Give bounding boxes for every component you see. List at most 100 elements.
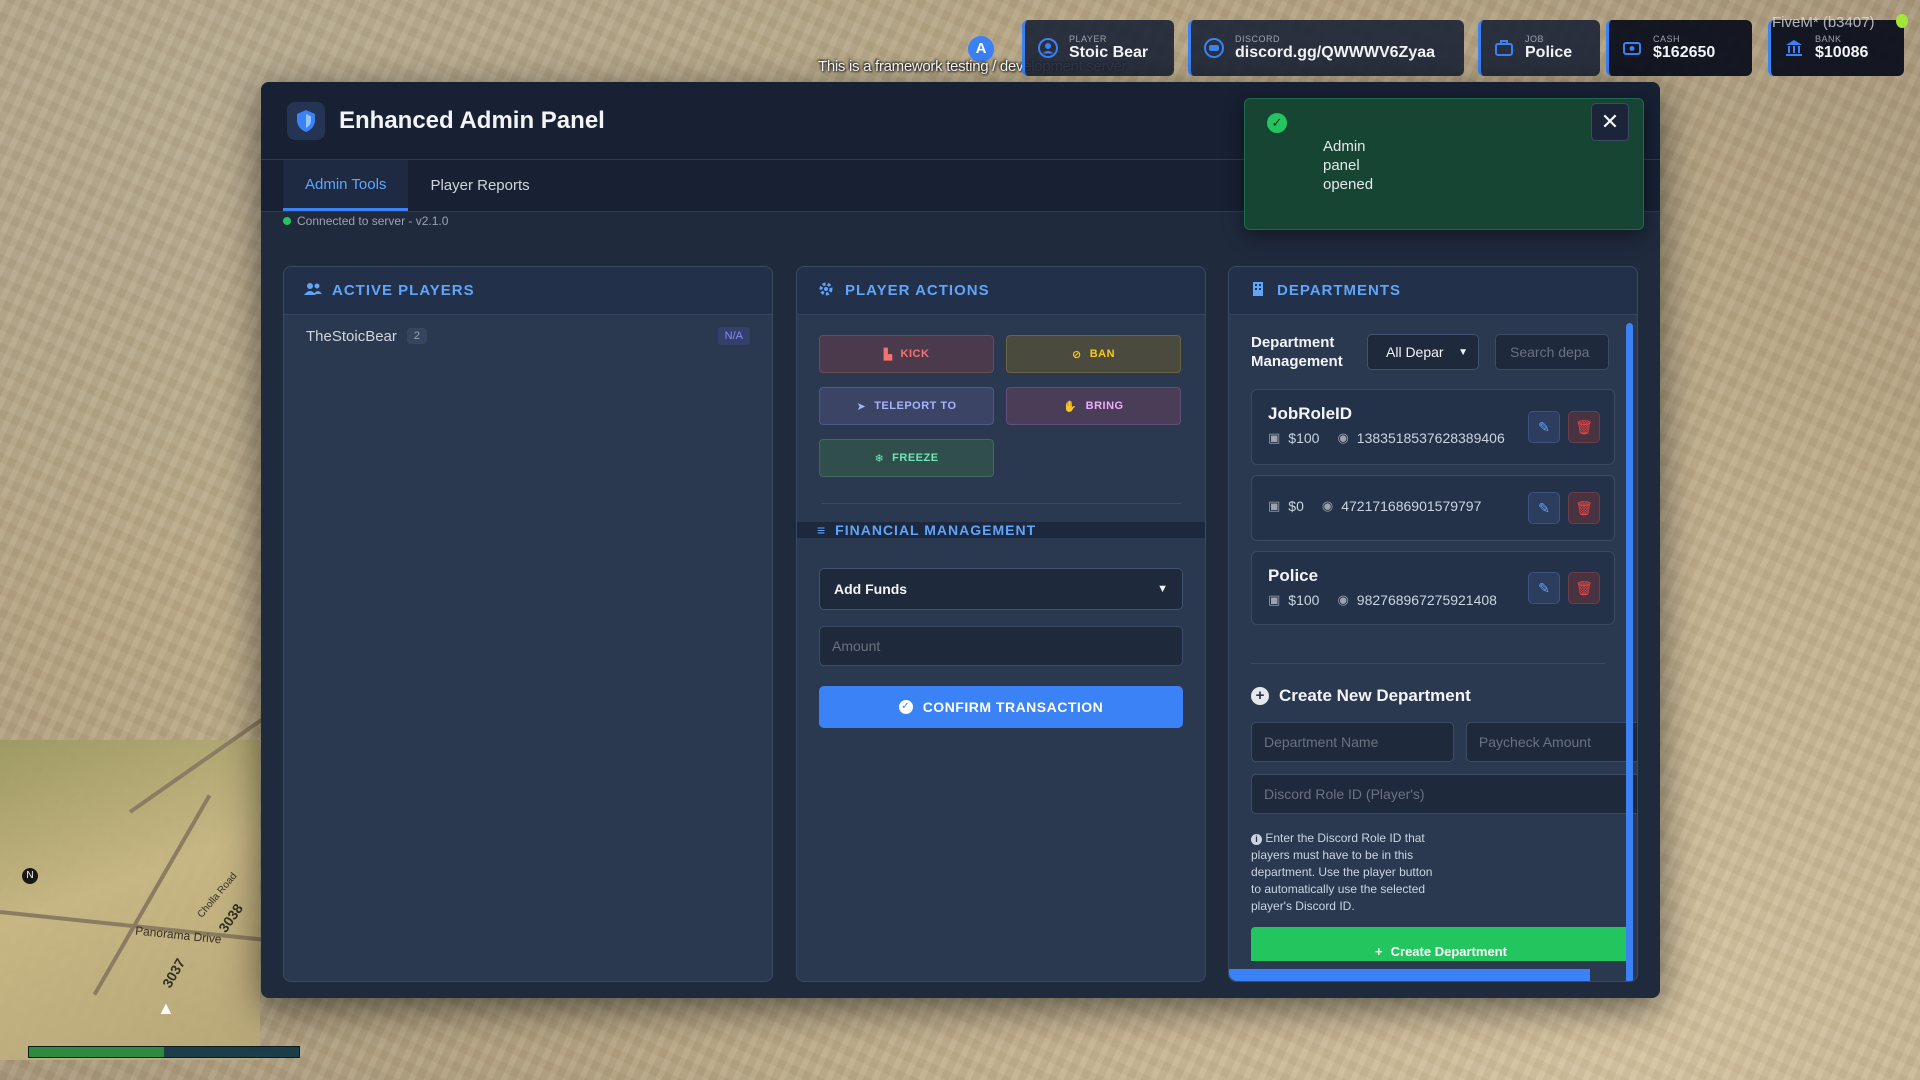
section-divider [1251,663,1605,664]
briefcase-icon [1493,37,1515,59]
active-players-title: ACTIVE PLAYERS [332,282,475,299]
discord-icon: ◉ [1337,430,1349,445]
department-item: JobRoleID ▣ $100 ◉ 1383518537628389406 ✎… [1251,389,1615,465]
player-id-badge: 2 [406,328,428,344]
bank-icon [1783,37,1805,59]
kick-button[interactable]: ▙ KICK [819,335,994,373]
delete-department-button[interactable]: 🗑 [1568,492,1600,524]
department-search-input[interactable]: Search depa [1495,334,1609,370]
panel-title: Enhanced Admin Panel [339,106,605,134]
gear-icon [817,281,835,301]
hud-bank-label: BANK [1815,34,1842,44]
edit-icon: ✎ [1538,499,1550,516]
building-icon [1249,281,1267,301]
minimap: Panorama Drive Cholla Road 3038 3037 N ▲ [0,689,304,1060]
department-filter-select[interactable]: All Depar ▼ [1367,334,1479,370]
north-indicator: N [22,868,38,884]
hud-discord-value: discord.gg/QWWWV6Zyaa [1235,44,1436,61]
plus-icon: + [1375,944,1383,959]
department-paycheck: $100 [1288,430,1320,446]
money-stack-icon: ≡ [817,522,826,538]
hud-job: JOB Police [1478,20,1600,76]
connection-status-text: Connected to server - v2.1.0 [297,214,449,228]
departments-card: DEPARTMENTS Department Management All De… [1228,266,1638,982]
teleport-button[interactable]: ➤ TELEPORT TO [819,387,994,425]
toast-notification: ✓ Admin panel opened ✕ [1244,98,1644,230]
bring-button[interactable]: ✋ BRING [1006,387,1181,425]
ban-button[interactable]: ⊘ BAN [1006,335,1181,373]
edit-icon: ✎ [1538,418,1550,435]
teleport-label: TELEPORT TO [874,400,957,412]
health-bar [28,1046,300,1058]
status-indicator-icon [1896,14,1908,28]
confirm-transaction-button[interactable]: ✓ CONFIRM TRANSACTION [819,686,1183,728]
hud-job-label: JOB [1525,34,1545,44]
department-management-label: Department Management [1251,334,1343,370]
hud-player-value: Stoic Bear [1069,44,1149,61]
health-bar-fill [29,1047,164,1057]
info-icon: i [1251,834,1262,845]
shield-icon [287,101,325,140]
paycheck-amount-input[interactable]: Paycheck Amount [1465,722,1637,762]
connection-status: Connected to server - v2.1.0 [283,214,448,228]
hud-cash-value: $162650 [1653,44,1716,61]
hud-job-value: Police [1525,44,1573,61]
hud-discord-label: DISCORD [1235,34,1281,44]
delete-department-button[interactable]: 🗑 [1568,411,1600,443]
department-management-row: Department Management All Depar ▼ Search… [1229,315,1637,371]
hud-player-label: PLAYER [1069,34,1107,44]
close-icon: ✕ [1600,109,1620,134]
snowflake-icon: ❄ [874,452,885,465]
role-id-help-message: Enter the Discord Role ID that players m… [1251,831,1433,913]
player-actions-header: PLAYER ACTIONS [797,267,1205,315]
ban-icon: ⊘ [1071,348,1082,361]
users-icon [304,282,322,300]
department-paycheck: $0 [1288,498,1304,514]
financial-management-title: FINANCIAL MANAGEMENT [835,522,1037,538]
hud-bank-value: $10086 [1815,44,1869,61]
tab-player-reports[interactable]: Player Reports [408,160,551,211]
create-department-label: Create Department [1390,944,1507,959]
department-item: ▣ $0 ◉ 472171686901579797 ✎ 🗑 [1251,475,1615,541]
close-button[interactable]: ✕ [1591,103,1629,141]
player-tag-badge: N/A [717,327,750,345]
transaction-type-value: Add Funds [834,581,908,597]
money-icon: ▣ [1268,592,1281,607]
plus-circle-icon: + [1251,687,1269,705]
vertical-scrollbar[interactable] [1626,323,1633,981]
financial-management-header: ≡ FINANCIAL MANAGEMENT [797,522,1205,538]
freeze-button[interactable]: ❄ FREEZE [819,439,994,477]
hud-cash-label: CASH [1653,34,1681,44]
discord-icon: ◉ [1337,592,1349,607]
tab-admin-tools[interactable]: Admin Tools [283,160,409,211]
create-department-button[interactable]: + Create Department [1251,927,1631,961]
freeze-label: FREEZE [892,452,939,464]
scrollbar-thumb[interactable] [1626,323,1633,981]
kick-label: KICK [900,348,930,360]
department-item: Police ▣ $100 ◉ 982768967275921408 ✎ 🗑 [1251,551,1615,625]
minimap-address-label: 3038 [215,900,247,936]
discord-role-id-input[interactable]: Discord Role ID (Player's) [1251,774,1637,814]
hand-icon: ✋ [1063,400,1078,413]
transaction-type-select[interactable]: Add Funds ▼ [819,568,1183,610]
check-circle-icon: ✓ [898,700,913,714]
role-id-help-text: i Enter the Discord Role ID that players… [1229,830,1459,915]
departments-header: DEPARTMENTS [1229,267,1637,315]
user-icon [1037,37,1059,59]
create-department-title: Create New Department [1279,686,1471,705]
edit-department-button[interactable]: ✎ [1528,411,1560,443]
player-name: TheStoicBear [306,327,397,345]
horizontal-scrollbar[interactable] [1229,969,1590,981]
edit-department-button[interactable]: ✎ [1528,492,1560,524]
player-actions-title: PLAYER ACTIONS [845,282,990,299]
department-name-input[interactable]: Department Name [1251,722,1454,762]
amount-input[interactable]: Amount [819,626,1183,666]
cash-icon [1621,37,1643,59]
player-row[interactable]: TheStoicBear 2 N/A [284,315,772,357]
department-role-id: 982768967275921408 [1356,592,1497,608]
delete-department-button[interactable]: 🗑 [1568,572,1600,604]
discord-icon: ◉ [1321,498,1334,513]
action-buttons: ▙ KICK ⊘ BAN ➤ TELEPORT TO ✋ BRING ❄ FRE… [797,315,1205,477]
server-build-tag: FiveM* (b3407) [1772,14,1875,31]
edit-department-button[interactable]: ✎ [1528,572,1560,604]
